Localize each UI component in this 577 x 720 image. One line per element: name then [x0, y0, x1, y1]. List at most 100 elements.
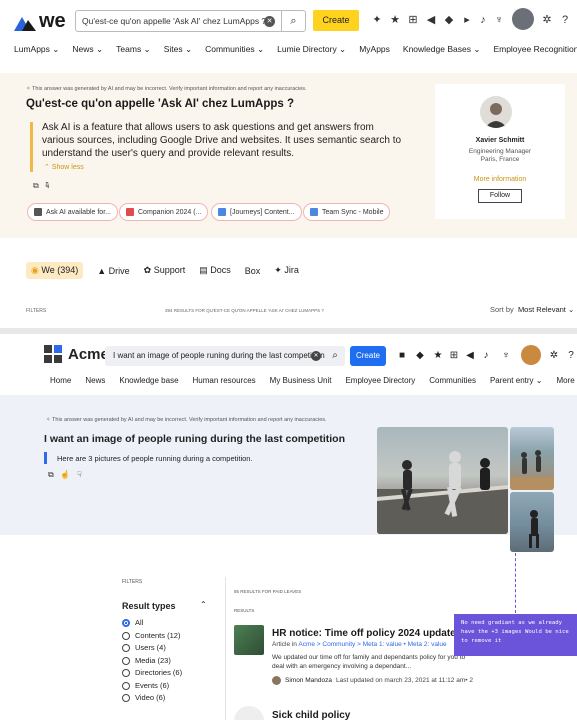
result-type-option[interactable]: All: [122, 617, 182, 630]
bell-icon[interactable]: ♪: [476, 12, 490, 28]
author-name[interactable]: Simon Mandoza: [285, 677, 332, 684]
help-icon[interactable]: ?: [558, 12, 572, 28]
search-icon[interactable]: ⌕: [325, 346, 345, 366]
show-less-button[interactable]: ⌃ Show less: [44, 163, 84, 171]
result-type-option[interactable]: Video (6): [122, 692, 182, 705]
lumapps-logo[interactable]: we: [14, 10, 66, 33]
thumbs-up-icon[interactable]: ☝: [60, 470, 70, 479]
acme-logo[interactable]: Acme: [44, 345, 109, 363]
megaphone-icon[interactable]: ◀: [424, 12, 438, 28]
apps-grid-icon[interactable]: ⊞: [448, 349, 460, 363]
sort-select[interactable]: Sort by Most Relevant ⌄: [490, 305, 574, 314]
nav-item[interactable]: LumApps ⌄: [14, 44, 59, 55]
result-title[interactable]: HR notice: Time off policy 2024 update: [272, 628, 456, 639]
updated-date: Last updated on march 23, 2021 at 11:12 …: [335, 677, 473, 684]
nav-item[interactable]: My Business Unit: [270, 376, 332, 385]
nav-item[interactable]: Employee Directory: [345, 376, 415, 385]
thumbs-down-icon[interactable]: ☟: [45, 181, 48, 190]
tab-box[interactable]: Box: [245, 266, 261, 276]
learning-icon[interactable]: ◆: [414, 349, 426, 363]
search-icon[interactable]: ⌕: [281, 11, 305, 31]
nav-item[interactable]: Knowledge Bases ⌄: [403, 44, 481, 55]
more-information-link[interactable]: More information: [435, 176, 565, 183]
source-chip[interactable]: [Journeys] Content...: [211, 203, 302, 221]
chip-label: [Journeys] Content...: [230, 208, 295, 216]
result-type-option[interactable]: Contents (12): [122, 630, 182, 643]
option-label: Media (23): [135, 655, 171, 665]
learning-icon[interactable]: ◆: [442, 12, 456, 28]
nav-item[interactable]: Sites ⌄: [164, 44, 192, 55]
store-icon[interactable]: ■: [396, 349, 408, 363]
tab-support[interactable]: ✿ Support: [144, 265, 186, 276]
nav-item[interactable]: Human resources: [193, 376, 256, 385]
tab-label: We (394): [41, 265, 79, 275]
search-input[interactable]: Qu'est-ce qu'on appelle 'Ask AI' chez Lu…: [75, 10, 306, 32]
user-avatar[interactable]: [512, 8, 534, 30]
nav-item[interactable]: News ⌄: [72, 44, 103, 55]
tab-jira[interactable]: ✦ Jira: [274, 265, 299, 276]
create-button[interactable]: Create: [350, 346, 386, 366]
nav-item[interactable]: Lumie Directory ⌄: [277, 44, 346, 55]
nav-item[interactable]: MyApps: [359, 44, 390, 54]
nav-item[interactable]: Communities ⌄: [205, 44, 264, 55]
running-image-3[interactable]: [510, 492, 554, 552]
bell-icon[interactable]: ♪: [480, 349, 492, 363]
result-title[interactable]: Sick child policy: [272, 710, 350, 720]
clear-icon[interactable]: ✕: [311, 351, 321, 361]
option-label: Users (4): [135, 643, 166, 652]
clear-icon[interactable]: ✕: [264, 16, 275, 27]
star-icon[interactable]: ★: [432, 349, 444, 363]
source-chip[interactable]: Ask AI available for...: [27, 203, 118, 221]
running-image-main[interactable]: ⊕: [377, 427, 508, 534]
tab-drive[interactable]: ▲ Drive: [97, 266, 129, 276]
create-button[interactable]: Create: [313, 10, 359, 31]
result-thumbnail[interactable]: [234, 625, 264, 655]
gear-icon[interactable]: ✲: [540, 12, 554, 28]
star-icon[interactable]: ★: [388, 12, 402, 28]
megaphone-icon[interactable]: ◀: [464, 349, 476, 363]
sort-value: Most Relevant ⌄: [517, 305, 575, 314]
nav-item[interactable]: Teams ⌄: [116, 44, 151, 55]
user-avatar[interactable]: [521, 345, 541, 365]
trophy-icon[interactable]: ♆: [500, 349, 512, 363]
chip-label: Companion 2024 (...: [138, 208, 202, 216]
running-image-2[interactable]: [510, 427, 554, 490]
tab-docs[interactable]: ▤ Docs: [199, 265, 231, 276]
chevron-up-icon[interactable]: ⌃: [200, 600, 207, 609]
nav-item[interactable]: Knowledge base: [119, 376, 178, 385]
radio-selected-icon: [122, 619, 130, 628]
tab-label: Support: [153, 265, 186, 275]
help-icon[interactable]: ?: [565, 349, 577, 363]
trophy-icon[interactable]: ♆: [492, 12, 506, 28]
disclaimer-text: This answer was generated by AI and may …: [32, 86, 307, 92]
search-input[interactable]: I want an image of people runing during …: [105, 346, 345, 366]
result-type-option[interactable]: Media (23): [122, 655, 182, 668]
nav-item[interactable]: Parent entry ⌄: [490, 376, 543, 385]
thumbs-down-icon[interactable]: ☟: [77, 470, 82, 479]
apps-grid-icon[interactable]: ⊞: [406, 12, 420, 28]
search-value: I want an image of people runing during …: [113, 351, 325, 360]
play-icon[interactable]: ▸: [460, 12, 474, 28]
copy-icon[interactable]: ⧉: [33, 181, 39, 190]
result-type: Article in: [272, 641, 297, 648]
copy-icon[interactable]: ⧉: [48, 470, 54, 479]
nav-item[interactable]: Home: [50, 376, 71, 385]
source-chip[interactable]: Team Sync - Mobile: [303, 203, 391, 221]
nav-item[interactable]: News: [85, 376, 105, 385]
nav-item[interactable]: More ⌄: [556, 376, 577, 385]
breadcrumb-link[interactable]: Acme > Community > Meta 1: value • Meta …: [298, 641, 446, 648]
nav-item[interactable]: Employee Recognition ⌄: [493, 44, 577, 55]
result-breadcrumb: Article in Acme > Community > Meta 1: va…: [272, 641, 447, 648]
follow-button[interactable]: Follow: [478, 189, 522, 203]
source-chip[interactable]: Companion 2024 (...: [119, 203, 209, 221]
tab-we[interactable]: ◉ We (394): [26, 262, 84, 279]
person-name[interactable]: Xavier Schmitt: [435, 137, 565, 144]
gear-icon[interactable]: ✲: [548, 349, 560, 363]
add-icon[interactable]: ✦: [370, 12, 384, 28]
brand-text: Acme: [68, 345, 109, 363]
result-type-option[interactable]: Directories (6): [122, 667, 182, 680]
result-type-option[interactable]: Events (6): [122, 680, 182, 693]
zoom-icon[interactable]: ⊕: [483, 457, 491, 468]
result-type-option[interactable]: Users (4): [122, 642, 182, 655]
nav-item[interactable]: Communities: [429, 376, 476, 385]
